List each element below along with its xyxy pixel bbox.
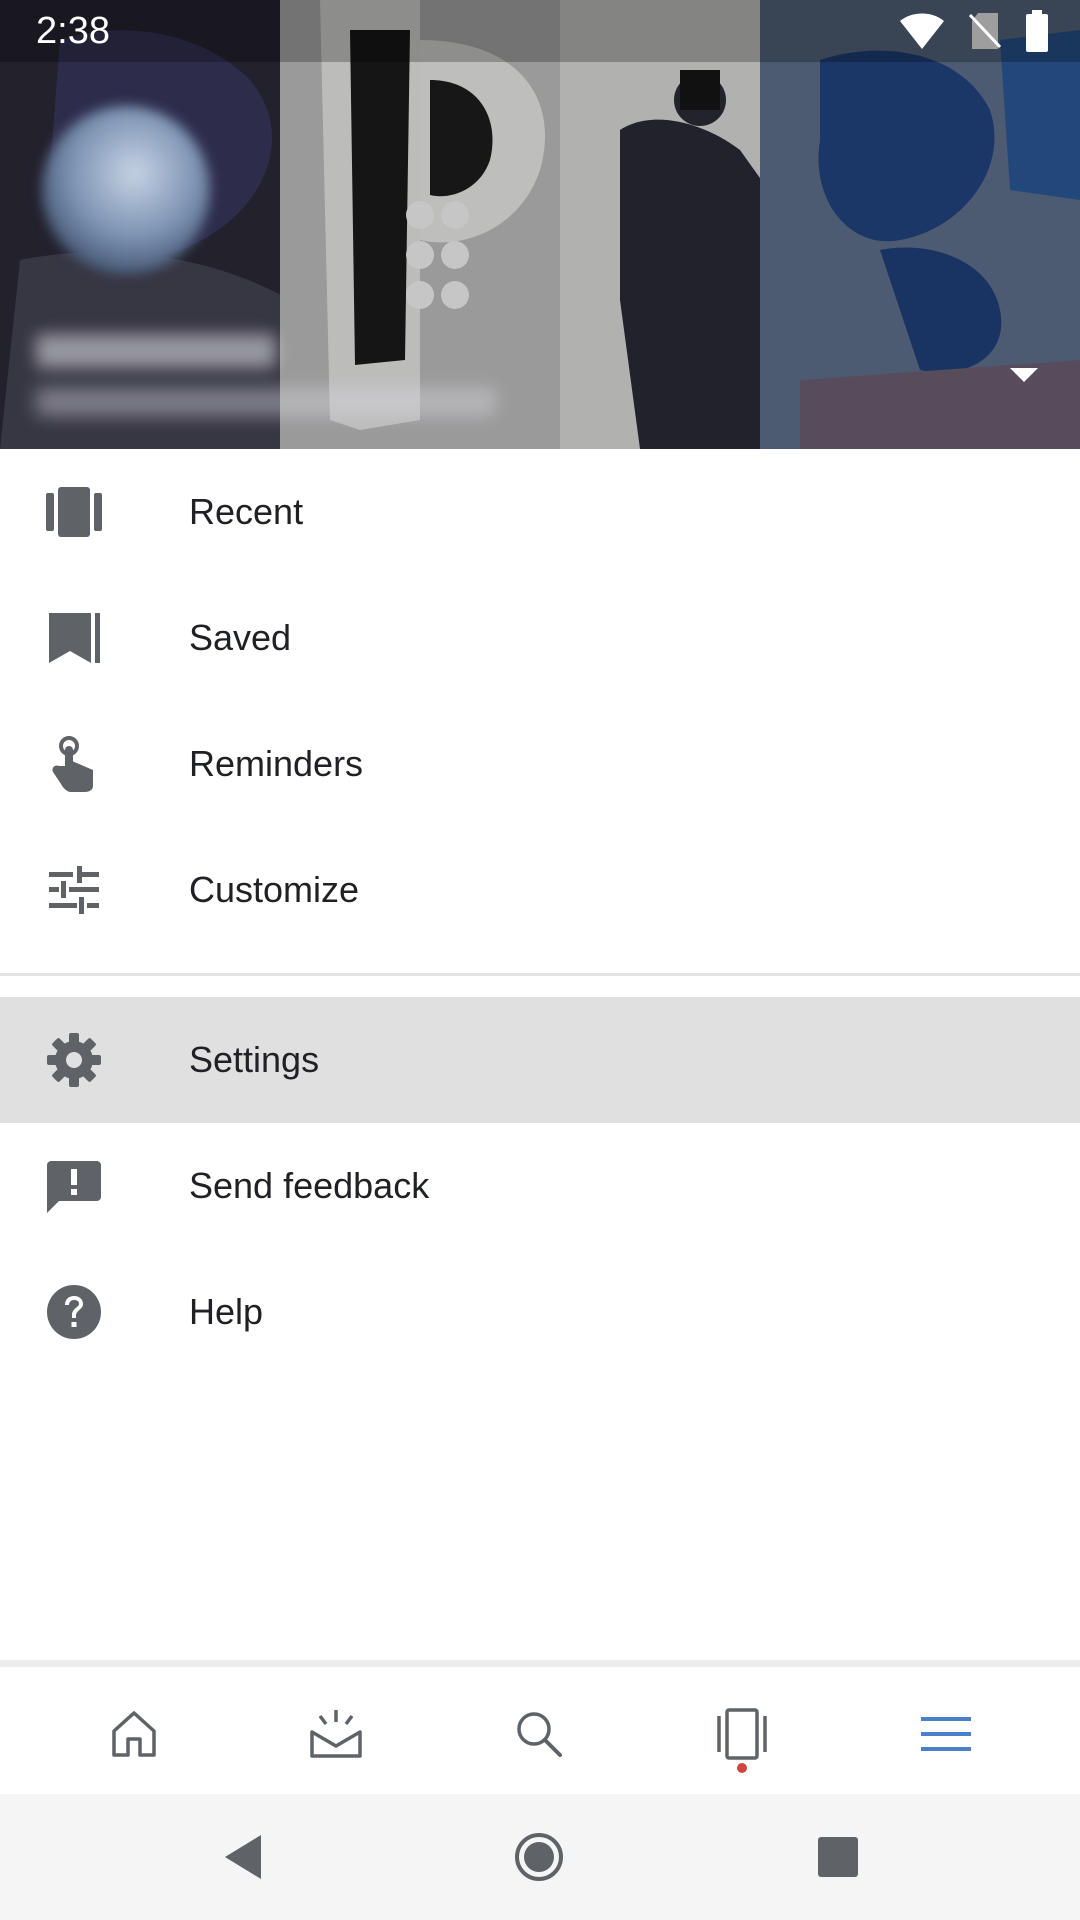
tune-icon [44,860,104,920]
notification-dot [737,1763,747,1773]
updates-icon [310,1710,362,1758]
nav-menu[interactable] [886,1667,1006,1801]
system-recents-button[interactable] [778,1794,898,1920]
menu-item-help[interactable]: Help [0,1249,1080,1375]
recent-icon [44,482,104,542]
menu-item-send-feedback[interactable]: Send feedback [0,1123,1080,1249]
nav-home[interactable] [74,1667,194,1801]
menu-item-label: Reminders [189,743,364,784]
home-circle-icon [515,1833,563,1881]
menu-item-settings[interactable]: Settings [0,997,1080,1123]
help-icon [44,1282,104,1342]
menu-item-label: Help [189,1291,264,1332]
wifi-icon [900,13,944,49]
search-icon [517,1712,562,1757]
account-name [36,334,276,368]
system-navigation-bar [0,1794,1080,1920]
home-icon [112,1711,156,1757]
account-header: 2:38 [0,0,1080,449]
system-home-button[interactable] [479,1794,599,1920]
reminder-hand-icon [44,734,104,794]
bookmark-icon [44,608,104,668]
menu-item-label: Saved [189,617,292,658]
battery-icon [1026,10,1048,52]
menu-item-customize[interactable]: Customize [0,827,1080,953]
menu-item-label: Send feedback [189,1165,430,1206]
menu-item-label: Customize [189,869,360,910]
account-email [36,388,496,416]
collections-icon [717,1708,767,1760]
menu-icon [921,1717,971,1751]
menu-item-label: Recent [189,491,304,532]
nav-search[interactable] [479,1667,599,1801]
recents-square-icon [818,1837,858,1877]
menu-item-label: Settings [189,1039,320,1080]
triangle-down-icon[interactable] [1006,362,1042,386]
status-bar: 2:38 [0,0,1080,62]
menu-divider [0,973,1080,976]
bottom-navigation [0,1660,1080,1801]
menu-item-reminders[interactable]: Reminders [0,701,1080,827]
nav-updates[interactable] [276,1667,396,1801]
no-sim-icon [968,13,1002,49]
menu-item-saved[interactable]: Saved [0,575,1080,701]
back-icon [225,1835,261,1879]
status-time: 2:38 [36,10,110,52]
system-back-button[interactable] [183,1794,303,1920]
avatar[interactable] [42,106,210,274]
status-icons [898,10,1050,52]
menu-item-recent[interactable]: Recent [0,449,1080,575]
feedback-icon [44,1156,104,1216]
nav-collections[interactable] [682,1667,802,1801]
gear-icon [44,1030,104,1090]
screen: 2:38 Recent Saved Reminders Customize Se… [0,0,1080,1920]
drawer-menu: Recent Saved Reminders Customize Setting… [0,449,1080,1375]
